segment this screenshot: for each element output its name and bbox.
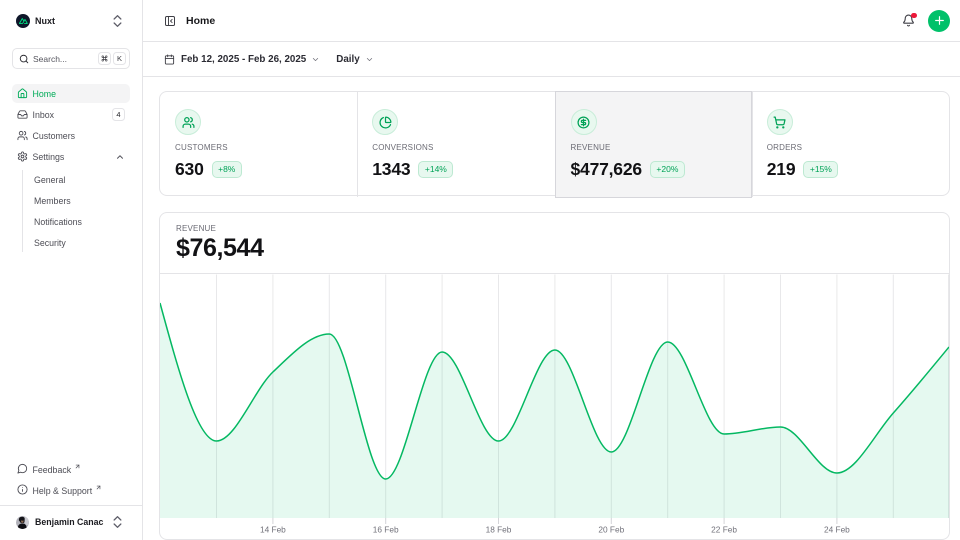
svg-text:20 Feb: 20 Feb bbox=[598, 525, 624, 535]
svg-text:16 Feb: 16 Feb bbox=[373, 525, 399, 535]
svg-text:24 Feb: 24 Feb bbox=[824, 525, 850, 535]
svg-text:22 Feb: 22 Feb bbox=[711, 525, 737, 535]
svg-text:14 Feb: 14 Feb bbox=[260, 525, 286, 535]
svg-text:18 Feb: 18 Feb bbox=[486, 525, 512, 535]
